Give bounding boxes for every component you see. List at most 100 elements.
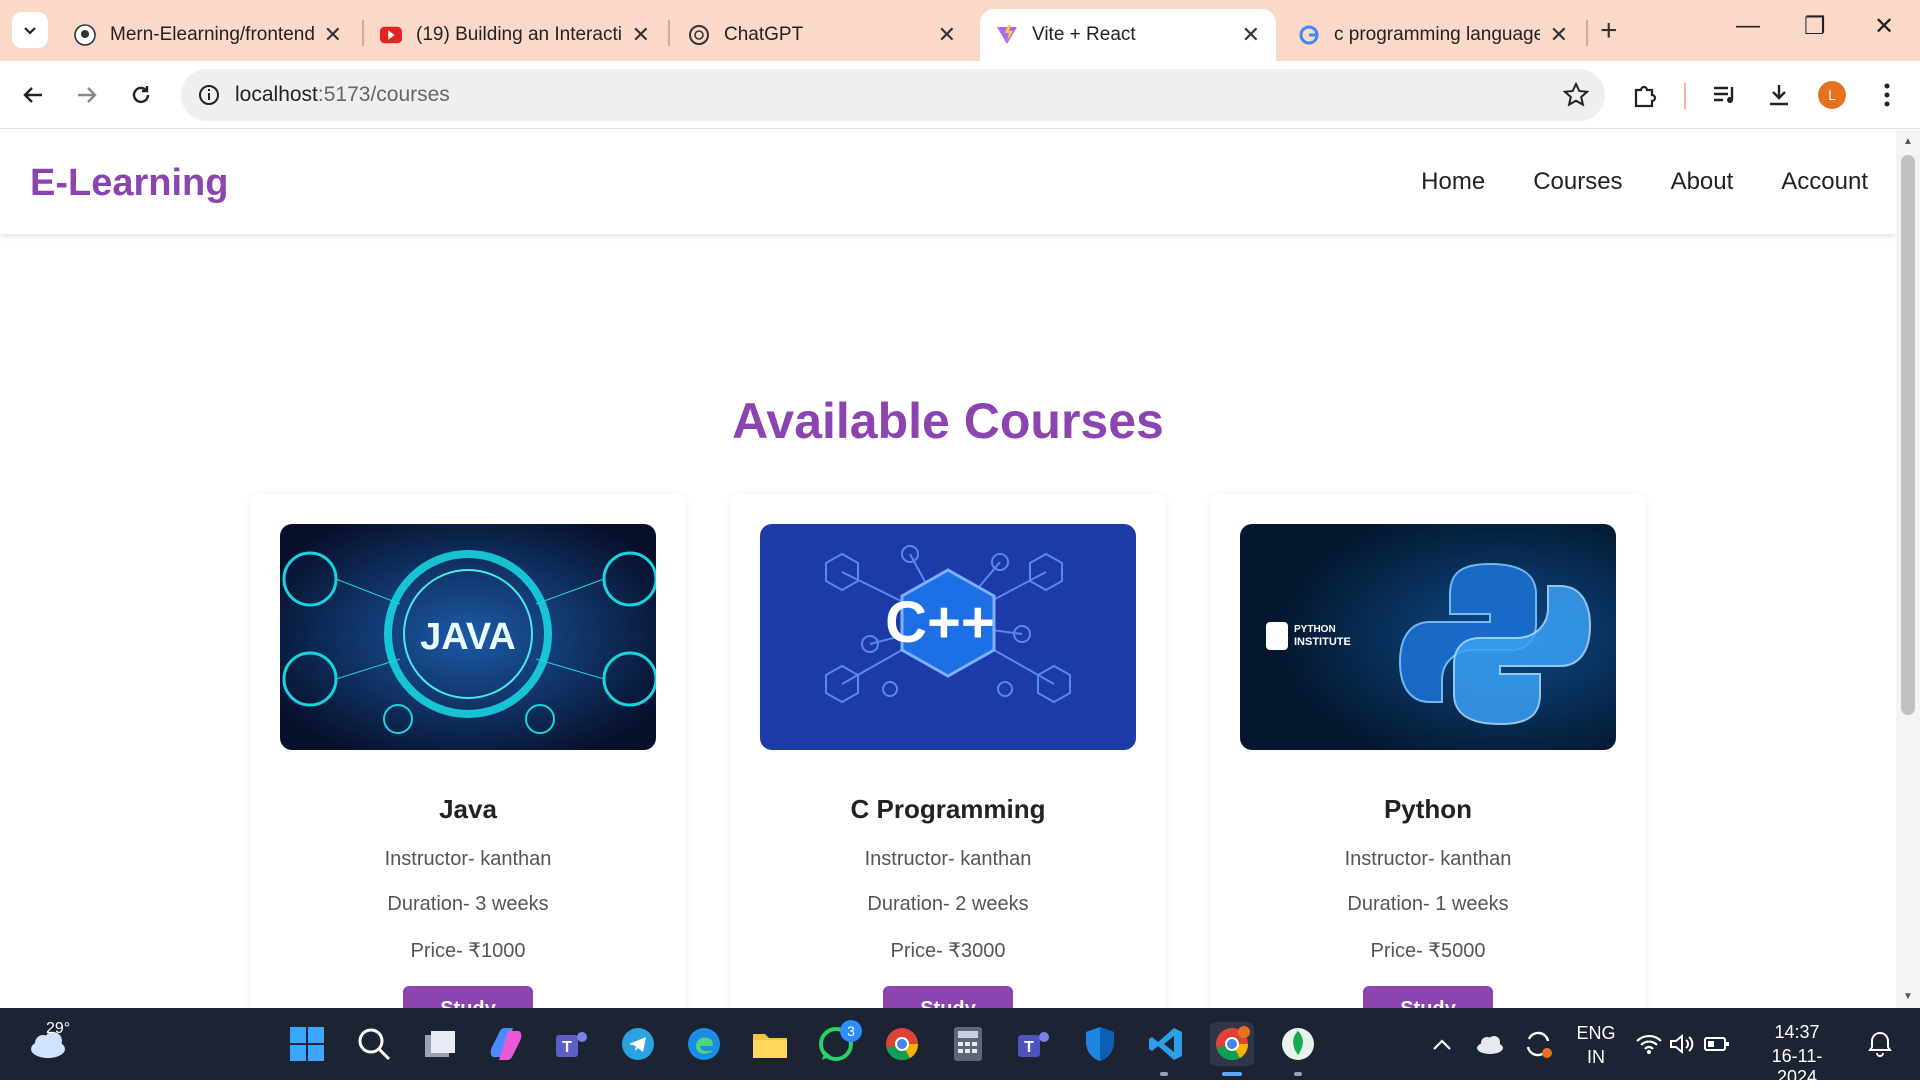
tab-vite-react[interactable]: Vite + React ✕ xyxy=(980,9,1276,61)
restore-button[interactable]: ❐ xyxy=(1804,12,1826,41)
google-icon xyxy=(1298,24,1320,46)
scroll-up-arrow[interactable]: ▲ xyxy=(1903,136,1913,147)
tab-title: c programming language xyxy=(1334,24,1540,45)
study-button[interactable]: Study xyxy=(403,986,533,1008)
running-indicator xyxy=(1294,1072,1302,1076)
copilot-icon xyxy=(490,1028,522,1060)
close-icon[interactable]: ✕ xyxy=(938,22,956,48)
teams-work-button[interactable]: T xyxy=(1012,1022,1056,1066)
tab-youtube[interactable]: (19) Building an Interactiv ✕ xyxy=(364,9,666,61)
calculator-icon xyxy=(954,1027,982,1061)
search-button[interactable] xyxy=(352,1022,396,1066)
study-button[interactable]: Study xyxy=(1363,986,1493,1008)
page-scrollbar[interactable]: ▲ ▼ xyxy=(1896,130,1920,1008)
tab-github[interactable]: Mern-Elearning/frontend ✕ xyxy=(58,9,358,61)
notifications-button[interactable] xyxy=(1858,1022,1902,1066)
file-explorer-button[interactable] xyxy=(748,1022,792,1066)
sync-button[interactable] xyxy=(1516,1022,1560,1066)
region-indicator: IN xyxy=(1587,1047,1605,1067)
tab-chatgpt[interactable]: ChatGPT ✕ xyxy=(672,9,972,61)
profile-avatar[interactable]: L xyxy=(1818,81,1846,109)
svg-text:INSTITUTE: INSTITUTE xyxy=(1294,636,1351,648)
nav-courses[interactable]: Courses xyxy=(1533,168,1622,196)
running-indicator xyxy=(1160,1072,1168,1076)
close-icon[interactable]: ✕ xyxy=(632,22,650,48)
tab-separator xyxy=(1586,20,1588,46)
chevron-up-icon xyxy=(1433,1039,1451,1050)
tab-google[interactable]: c programming language ✕ xyxy=(1282,9,1584,61)
scrollbar-thumb[interactable] xyxy=(1901,155,1915,715)
onedrive-button[interactable] xyxy=(1468,1022,1512,1066)
telegram-button[interactable] xyxy=(616,1022,660,1066)
tab-search-button[interactable] xyxy=(12,12,48,48)
media-control-button[interactable] xyxy=(1708,78,1742,112)
close-icon[interactable]: ✕ xyxy=(1242,22,1260,48)
svg-text:PYTHON: PYTHON xyxy=(1294,624,1336,635)
course-name: Java xyxy=(439,794,497,824)
course-instructor: Instructor- kanthan xyxy=(1344,848,1512,870)
forward-button[interactable] xyxy=(70,78,104,112)
chevron-down-icon xyxy=(24,27,36,35)
java-image-text: JAVA xyxy=(420,616,516,658)
course-card-python: PYTHON INSTITUTE Python Instructor- kant… xyxy=(1210,494,1646,1008)
close-window-button[interactable]: ✕ xyxy=(1874,12,1894,41)
folder-icon xyxy=(753,1034,787,1058)
site-info-icon[interactable] xyxy=(197,83,221,107)
tab-title: (19) Building an Interactiv xyxy=(416,24,622,45)
chrome-button[interactable] xyxy=(880,1022,924,1066)
language-indicator[interactable]: ENG xyxy=(1572,1023,1620,1044)
chrome-icon xyxy=(886,1028,919,1061)
tab-separator xyxy=(668,20,670,46)
vscode-button[interactable] xyxy=(1144,1022,1188,1066)
scroll-down-arrow[interactable]: ▼ xyxy=(1903,991,1913,1002)
tab-bar: Mern-Elearning/frontend ✕ (19) Building … xyxy=(0,0,1920,61)
nav-account[interactable]: Account xyxy=(1781,168,1868,196)
edge-button[interactable] xyxy=(682,1022,726,1066)
course-duration: Duration- 3 weeks xyxy=(387,893,549,915)
site-logo[interactable]: E-Learning xyxy=(30,162,228,205)
teams-icon: T xyxy=(556,1032,587,1057)
task-view-button[interactable] xyxy=(418,1022,462,1066)
menu-button[interactable] xyxy=(1870,78,1904,112)
nav-home[interactable]: Home xyxy=(1421,168,1485,196)
youtube-icon xyxy=(380,24,402,46)
start-button[interactable] xyxy=(285,1022,329,1066)
defender-button[interactable] xyxy=(1078,1022,1122,1066)
minimize-button[interactable]: — xyxy=(1736,12,1760,40)
study-button[interactable]: Study xyxy=(883,986,1013,1008)
tab-title: ChatGPT xyxy=(724,24,804,45)
browser-toolbar: localhost:5173/courses L xyxy=(0,61,1920,129)
volume-icon xyxy=(1670,1033,1694,1055)
close-icon[interactable]: ✕ xyxy=(1550,22,1568,48)
chrome-icon xyxy=(1216,1026,1250,1061)
teams-button[interactable]: T xyxy=(550,1022,594,1066)
copilot-button[interactable] xyxy=(484,1022,528,1066)
course-name: C Programming xyxy=(850,794,1046,824)
clock-time[interactable]: 14:37 xyxy=(1752,1022,1842,1043)
show-hidden-icons-button[interactable] xyxy=(1420,1022,1464,1066)
star-icon[interactable] xyxy=(1563,82,1589,108)
url-text[interactable]: localhost:5173/courses xyxy=(235,83,450,107)
kebab-menu-icon xyxy=(1884,83,1890,107)
downloads-button[interactable] xyxy=(1762,78,1796,112)
address-bar[interactable]: localhost:5173/courses xyxy=(181,69,1605,121)
course-image-python: PYTHON INSTITUTE xyxy=(1240,524,1616,750)
clock-date[interactable]: 16-11-2024 xyxy=(1752,1046,1842,1088)
quick-settings-button[interactable] xyxy=(1628,1022,1738,1066)
extensions-button[interactable] xyxy=(1628,78,1662,112)
reload-button[interactable] xyxy=(124,78,158,112)
new-tab-button[interactable]: + xyxy=(1600,14,1618,48)
chrome-profile-button[interactable] xyxy=(1210,1022,1254,1066)
mongodb-button[interactable] xyxy=(1276,1022,1320,1066)
telegram-icon xyxy=(622,1028,654,1060)
back-button[interactable] xyxy=(16,78,50,112)
task-view-icon xyxy=(425,1031,455,1057)
calculator-button[interactable] xyxy=(946,1022,990,1066)
teams-icon: T xyxy=(1018,1032,1049,1057)
windows-taskbar: 29° T 3 T ENG IN 14:37 16-11-2024 xyxy=(0,1008,1920,1087)
nav-about[interactable]: About xyxy=(1671,168,1734,196)
close-icon[interactable]: ✕ xyxy=(324,22,342,48)
shield-icon xyxy=(1086,1027,1114,1061)
edge-icon xyxy=(688,1028,720,1060)
page-title: Available Courses xyxy=(732,393,1164,449)
